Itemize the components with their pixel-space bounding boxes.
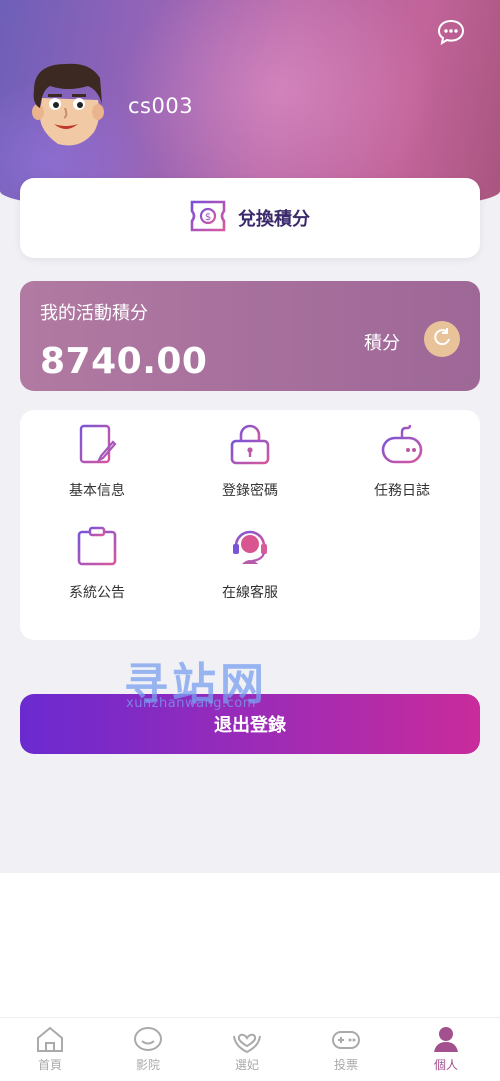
menu-item-task-log[interactable]: 任務日誌 <box>327 422 477 512</box>
menu-label: 在線客服 <box>222 585 278 601</box>
menu-label: 任務日誌 <box>374 483 430 499</box>
tab-vote[interactable]: 投票 <box>296 1024 396 1080</box>
tab-label: 個人 <box>433 1058 458 1072</box>
menu-item-login-password[interactable]: 登錄密碼 <box>175 422 325 512</box>
lock-icon <box>230 424 270 465</box>
chat-bubble-icon[interactable] <box>436 18 466 46</box>
gamepad-icon <box>332 1031 360 1049</box>
tab-select[interactable]: 選妃 <box>197 1024 297 1080</box>
heart-hands-icon <box>233 1033 261 1054</box>
exchange-points-button[interactable]: $ 兌換積分 <box>20 178 480 258</box>
points-value: 8740.00 <box>40 341 208 382</box>
points-title: 我的活動積分 <box>40 303 148 324</box>
tab-cinema[interactable]: 影院 <box>98 1024 198 1080</box>
gamepad-icon <box>381 424 423 464</box>
tab-label: 投票 <box>333 1058 358 1072</box>
menu-label: 登錄密碼 <box>222 483 278 499</box>
tab-home[interactable]: 首頁 <box>0 1024 100 1080</box>
tab-label: 首頁 <box>37 1058 62 1072</box>
tab-profile[interactable]: 個人 <box>396 1024 496 1080</box>
coupon-icon: $ <box>190 199 226 237</box>
svg-text:$: $ <box>205 212 211 223</box>
watermark-url: xunzhanwang.com <box>126 696 256 711</box>
tab-label: 選妃 <box>234 1058 259 1072</box>
headset-icon <box>233 530 267 564</box>
logout-label: 退出登錄 <box>214 715 286 736</box>
menu-item-online-service[interactable]: 在線客服 <box>175 524 325 614</box>
menu-item-basic-info[interactable]: 基本信息 <box>22 422 172 512</box>
menu-label: 基本信息 <box>69 483 125 499</box>
document-edit-icon <box>79 424 117 464</box>
avatar[interactable] <box>28 60 106 150</box>
points-unit: 積分 <box>364 333 400 354</box>
username: cs003 <box>128 94 194 118</box>
menu-label: 系統公告 <box>69 585 125 601</box>
person-icon <box>434 1027 458 1052</box>
tab-label: 影院 <box>135 1058 160 1072</box>
menu-card: 基本信息 登錄密碼 任務日誌 系統公告 在線客服 <box>20 410 480 640</box>
refresh-icon <box>432 327 452 351</box>
notice-board-icon <box>77 526 117 566</box>
exchange-points-label: 兌換積分 <box>238 209 310 230</box>
smile-icon <box>134 1027 162 1051</box>
menu-item-system-notice[interactable]: 系統公告 <box>22 524 172 614</box>
bottom-tabbar: 首頁 影院 選妃 投票 個人 <box>0 1017 500 1081</box>
refresh-button[interactable] <box>424 321 460 357</box>
home-icon <box>37 1026 63 1052</box>
points-card: 我的活動積分 8740.00 積分 <box>20 281 480 391</box>
